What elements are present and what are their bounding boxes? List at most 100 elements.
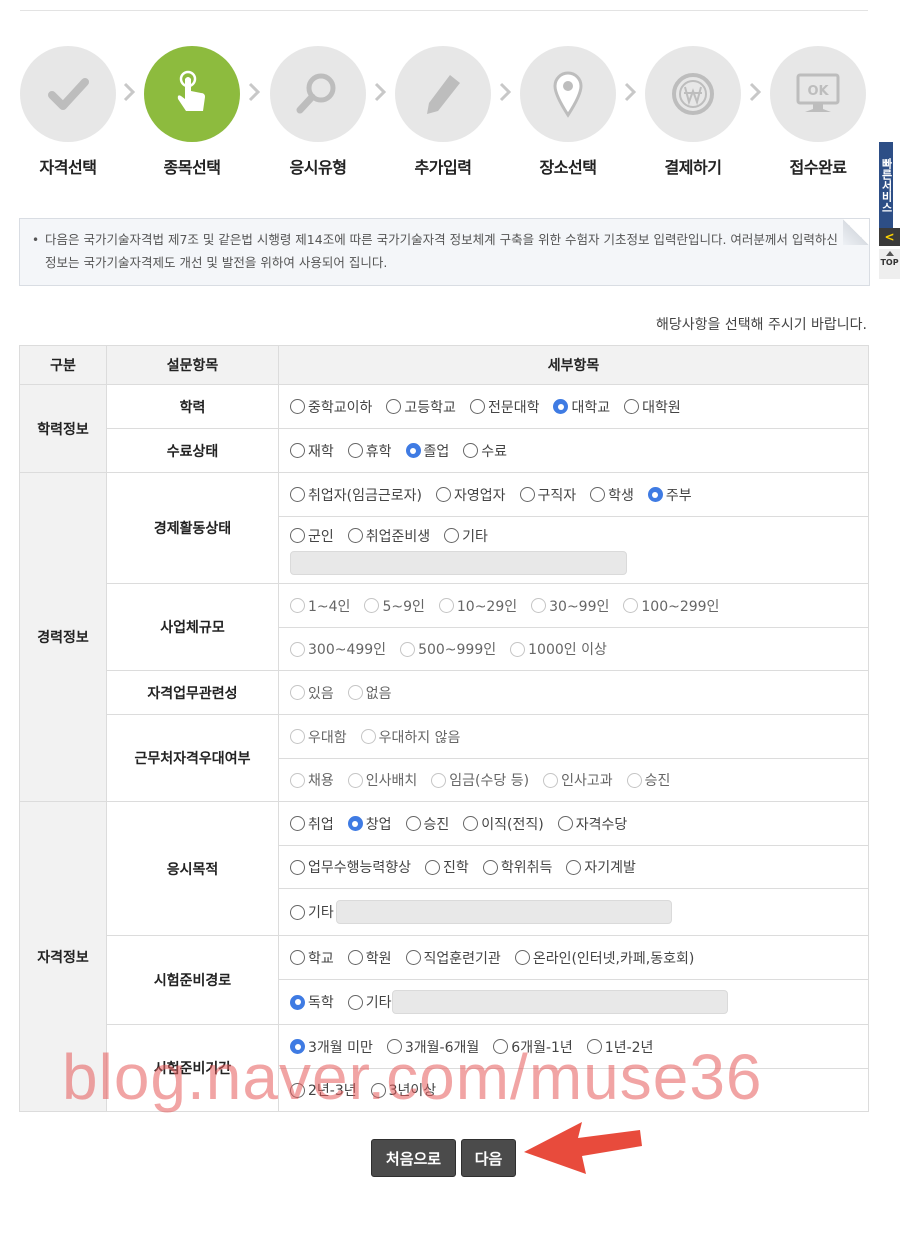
- radio-option[interactable]: 취업자(임금근로자): [290, 485, 422, 505]
- radio-selected-icon[interactable]: [553, 399, 569, 414]
- radio-icon[interactable]: [463, 816, 479, 831]
- radio-option[interactable]: 채용: [290, 770, 334, 790]
- radio-option[interactable]: 승진: [626, 770, 670, 790]
- radio-icon[interactable]: [405, 950, 421, 965]
- radio-icon[interactable]: [463, 443, 479, 458]
- radio-icon[interactable]: [290, 487, 305, 502]
- radio-icon[interactable]: [347, 950, 363, 965]
- radio-icon[interactable]: [347, 994, 363, 1010]
- radio-option[interactable]: 인사배치: [347, 770, 417, 790]
- radio-option[interactable]: 구직자: [519, 485, 576, 505]
- radio-option[interactable]: 독학: [290, 992, 334, 1012]
- radio-icon[interactable]: [290, 859, 305, 875]
- radio-icon[interactable]: [400, 641, 416, 657]
- radio-option[interactable]: 진학: [425, 857, 469, 877]
- radio-icon[interactable]: [543, 772, 559, 788]
- radio-icon[interactable]: [557, 816, 573, 831]
- radio-icon[interactable]: [405, 816, 421, 831]
- radio-icon[interactable]: [514, 950, 530, 965]
- radio-icon[interactable]: [623, 598, 639, 613]
- radio-icon[interactable]: [444, 528, 460, 543]
- radio-icon[interactable]: [290, 399, 305, 414]
- radio-option[interactable]: 기타: [444, 526, 488, 546]
- radio-option[interactable]: 중학교이하: [290, 397, 372, 417]
- radio-icon[interactable]: [425, 859, 441, 875]
- radio-option[interactable]: 우대함: [290, 727, 347, 747]
- radio-option[interactable]: 수료: [463, 441, 507, 461]
- radio-option[interactable]: 승진: [405, 814, 449, 834]
- radio-option[interactable]: 자격수당: [557, 814, 627, 834]
- radio-option[interactable]: 1~4인: [290, 596, 350, 616]
- radio-icon[interactable]: [347, 772, 363, 788]
- radio-option[interactable]: 휴학: [347, 441, 392, 461]
- radio-option[interactable]: 300~499인: [290, 639, 386, 659]
- radio-option[interactable]: 학생: [590, 485, 634, 505]
- radio-option[interactable]: 인사고과: [543, 770, 613, 790]
- radio-selected-icon[interactable]: [290, 994, 305, 1010]
- radio-option[interactable]: 고등학교: [386, 397, 456, 417]
- radio-option[interactable]: 학원: [347, 948, 392, 968]
- radio-option[interactable]: 100~299인: [623, 596, 719, 616]
- radio-option[interactable]: 임금(수당 등): [431, 770, 529, 790]
- radio-option[interactable]: 1000인 이상: [510, 639, 607, 659]
- radio-icon[interactable]: [519, 487, 535, 502]
- radio-icon[interactable]: [590, 487, 606, 502]
- radio-option[interactable]: 취업: [290, 814, 334, 834]
- radio-icon[interactable]: [438, 598, 454, 613]
- radio-option[interactable]: 온라인(인터넷,카페,동호회): [514, 948, 694, 968]
- radio-icon[interactable]: [435, 487, 451, 502]
- radio-option[interactable]: 자영업자: [435, 485, 506, 505]
- radio-option[interactable]: 창업: [347, 814, 392, 834]
- econ-other-input[interactable]: [290, 550, 627, 575]
- next-button[interactable]: 다음: [461, 1139, 516, 1177]
- radio-selected-icon[interactable]: [647, 487, 663, 502]
- radio-option[interactable]: 전문대학: [469, 397, 539, 417]
- radio-icon[interactable]: [290, 950, 305, 965]
- radio-option[interactable]: 자기계발: [566, 857, 636, 877]
- radio-icon[interactable]: [290, 528, 305, 543]
- radio-icon[interactable]: [360, 729, 376, 744]
- radio-option[interactable]: 기타: [347, 992, 392, 1012]
- radio-icon[interactable]: [626, 772, 642, 788]
- radio-option[interactable]: 주부: [647, 485, 692, 505]
- radio-option[interactable]: 5~9인: [364, 596, 425, 616]
- radio-icon[interactable]: [290, 598, 305, 613]
- radio-icon[interactable]: [290, 904, 305, 920]
- radio-option[interactable]: 이직(전직): [463, 814, 544, 834]
- radio-icon[interactable]: [347, 443, 363, 458]
- radio-icon[interactable]: [364, 598, 380, 613]
- radio-option[interactable]: 졸업: [405, 441, 449, 461]
- radio-icon[interactable]: [347, 685, 363, 700]
- radio-option[interactable]: 30~99인: [531, 596, 609, 616]
- radio-selected-icon[interactable]: [405, 443, 421, 458]
- radio-option[interactable]: 있음: [290, 683, 334, 703]
- radio-icon[interactable]: [290, 772, 305, 788]
- radio-option[interactable]: 학위취득: [482, 857, 552, 877]
- radio-option[interactable]: 기타: [290, 902, 334, 922]
- radio-option[interactable]: 우대하지 않음: [360, 727, 460, 747]
- quick-service-button[interactable]: 빠른서비스: [879, 142, 893, 228]
- radio-option[interactable]: 500~999인: [400, 639, 496, 659]
- radio-icon[interactable]: [290, 685, 305, 700]
- radio-icon[interactable]: [624, 399, 640, 414]
- first-page-button[interactable]: 처음으로: [371, 1139, 456, 1177]
- radio-icon[interactable]: [431, 772, 447, 788]
- radio-icon[interactable]: [531, 598, 547, 613]
- radio-icon[interactable]: [469, 399, 485, 414]
- radio-icon[interactable]: [566, 859, 582, 875]
- radio-option[interactable]: 군인: [290, 526, 334, 546]
- radio-icon[interactable]: [482, 859, 498, 875]
- radio-icon[interactable]: [510, 641, 526, 657]
- radio-icon[interactable]: [290, 729, 305, 744]
- radio-icon[interactable]: [290, 641, 305, 657]
- purpose-other-input[interactable]: [335, 900, 672, 924]
- radio-option[interactable]: 업무수행능력향상: [290, 857, 411, 877]
- radio-selected-icon[interactable]: [347, 816, 363, 831]
- radio-option[interactable]: 대학원: [624, 397, 681, 417]
- radio-icon[interactable]: [347, 528, 363, 543]
- radio-option[interactable]: 대학교: [553, 397, 610, 417]
- radio-option[interactable]: 학교: [290, 948, 334, 968]
- radio-option[interactable]: 10~29인: [438, 596, 517, 616]
- radio-option[interactable]: 없음: [347, 683, 392, 703]
- radio-option[interactable]: 직업훈련기관: [405, 948, 501, 968]
